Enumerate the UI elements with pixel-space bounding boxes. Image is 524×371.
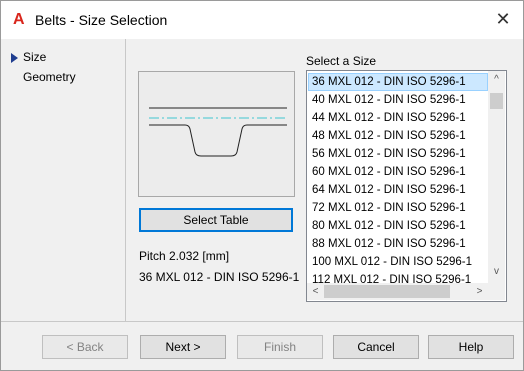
vertical-scroll-thumb[interactable] (490, 93, 503, 109)
list-item[interactable]: 64 MXL 012 - DIN ISO 5296-1 (308, 181, 488, 199)
close-icon[interactable]: ✕ (493, 9, 513, 29)
wizard-nav: Size Geometry (1, 39, 125, 321)
scroll-down-icon[interactable]: v (488, 263, 505, 280)
list-item[interactable]: 100 MXL 012 - DIN ISO 5296-1 (308, 253, 488, 271)
back-button[interactable]: < Back (42, 335, 128, 359)
list-item[interactable]: 56 MXL 012 - DIN ISO 5296-1 (308, 145, 488, 163)
nav-divider (125, 39, 126, 321)
horizontal-scroll-thumb[interactable] (324, 285, 450, 298)
size-list-label: Select a Size (306, 54, 377, 68)
nav-item-geometry[interactable]: Geometry (23, 69, 76, 85)
list-item[interactable]: 44 MXL 012 - DIN ISO 5296-1 (308, 109, 488, 127)
pitch-text: Pitch 2.032 [mm] (139, 249, 230, 263)
list-item[interactable]: 48 MXL 012 - DIN ISO 5296-1 (308, 127, 488, 145)
nav-item-geometry-label: Geometry (23, 70, 76, 84)
title-bar[interactable]: A Belts - Size Selection ✕ (1, 1, 523, 39)
cancel-button[interactable]: Cancel (333, 335, 419, 359)
scroll-up-icon[interactable]: ^ (488, 71, 505, 88)
help-button[interactable]: Help (428, 335, 514, 359)
footer-divider (1, 321, 523, 322)
scroll-right-icon[interactable]: > (471, 283, 488, 300)
vertical-scrollbar[interactable]: ^ v (488, 71, 505, 283)
nav-item-size-label: Size (23, 50, 47, 64)
list-item[interactable]: 80 MXL 012 - DIN ISO 5296-1 (308, 217, 488, 235)
select-table-button[interactable]: Select Table (139, 208, 293, 232)
autodesk-logo-icon: A (13, 11, 25, 28)
list-item[interactable]: 88 MXL 012 - DIN ISO 5296-1 (308, 235, 488, 253)
scrollbar-corner (488, 283, 505, 300)
nav-item-size[interactable]: Size (11, 49, 46, 65)
finish-button[interactable]: Finish (237, 335, 323, 359)
next-button[interactable]: Next > (140, 335, 226, 359)
current-step-arrow-icon (11, 52, 18, 63)
belt-preview (138, 71, 295, 197)
dialog-window: A Belts - Size Selection ✕ Size Geometry… (0, 0, 524, 371)
list-item[interactable]: 36 MXL 012 - DIN ISO 5296-1 (308, 73, 488, 91)
horizontal-scrollbar[interactable]: < > (307, 283, 488, 300)
selected-size-text: 36 MXL 012 - DIN ISO 5296-1 (139, 270, 300, 284)
scroll-left-icon[interactable]: < (307, 283, 324, 300)
list-item[interactable]: 60 MXL 012 - DIN ISO 5296-1 (308, 163, 488, 181)
belt-profile-icon (149, 107, 287, 157)
dialog-title: Belts - Size Selection (35, 12, 168, 28)
list-item[interactable]: 40 MXL 012 - DIN ISO 5296-1 (308, 91, 488, 109)
list-item[interactable]: 72 MXL 012 - DIN ISO 5296-1 (308, 199, 488, 217)
size-listbox[interactable]: 36 MXL 012 - DIN ISO 5296-1 40 MXL 012 -… (306, 70, 507, 302)
